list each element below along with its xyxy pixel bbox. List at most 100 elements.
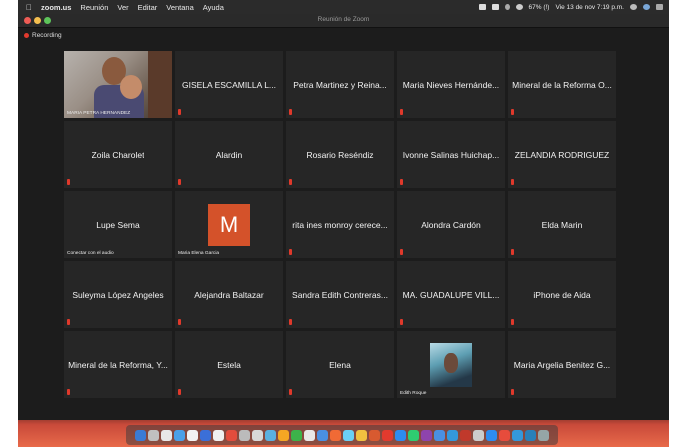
menu-bar:  zoom.us Reunión Ver Editar Ventana Ayu… (18, 0, 669, 14)
participant-tile[interactable]: Alejandra Baltazar (175, 261, 283, 328)
dock-app-icon[interactable] (239, 429, 250, 441)
menu-reunion[interactable]: Reunión (80, 3, 108, 12)
participant-name: Rosario Reséndiz (306, 149, 374, 160)
dock-app-icon[interactable] (369, 429, 380, 441)
dock-app-icon[interactable] (343, 429, 354, 441)
participant-tile[interactable]: Elena (286, 331, 394, 398)
muted-mic-icon (400, 249, 403, 255)
dock-app-icon[interactable] (330, 429, 341, 441)
participant-tile[interactable]: MARIA PETRA HERNANDEZ (64, 51, 172, 118)
participant-tile[interactable]: Elda Marin (508, 191, 616, 258)
dock-app-icon[interactable] (447, 429, 458, 441)
dock-app-icon[interactable] (473, 429, 484, 441)
window-titlebar[interactable]: Reunión de Zoom (18, 14, 669, 28)
participant-tile[interactable]: Estela (175, 331, 283, 398)
dock-app-icon[interactable] (460, 429, 471, 441)
dock-app-icon[interactable] (148, 429, 159, 441)
muted-mic-icon (289, 319, 292, 325)
dock-app-icon[interactable] (525, 429, 536, 441)
dock-app-icon[interactable] (200, 429, 211, 441)
zoom-status-icon[interactable] (478, 4, 486, 10)
participant-name: Alardin (215, 149, 243, 160)
participant-tile[interactable]: Alondra Cardón (397, 191, 505, 258)
participant-profile-picture (430, 342, 472, 387)
participant-name: Maria Nieves Hernánde... (402, 79, 500, 90)
participant-tile[interactable]: iPhone de Aida (508, 261, 616, 328)
participant-tile[interactable]: Sandra Edith Contreras... (286, 261, 394, 328)
dock-app-icon[interactable] (499, 429, 510, 441)
menu-ver[interactable]: Ver (117, 3, 128, 12)
participant-name: Elena (329, 359, 351, 370)
dock-app-icon[interactable] (382, 429, 393, 441)
dock-app-icon[interactable] (421, 429, 432, 441)
participant-tile[interactable]: Rosario Reséndiz (286, 121, 394, 188)
dock-app-icon[interactable] (278, 429, 289, 441)
menu-ayuda[interactable]: Ayuda (203, 3, 224, 12)
participant-name: Alondra Cardón (421, 219, 481, 230)
dock-app-icon[interactable] (213, 429, 224, 441)
participant-tile[interactable]: Mineral de la Reforma, Y... (64, 331, 172, 398)
dock-app-icon[interactable] (512, 429, 523, 441)
participant-tile[interactable]: Lupe Sema Conectar con el audio (64, 191, 172, 258)
participant-name: rita ines monroy cerece... (292, 219, 388, 230)
screen-mirror-icon[interactable] (491, 4, 499, 10)
muted-mic-icon (178, 319, 181, 325)
participant-tile[interactable]: M Maria Elena Garcia (175, 191, 283, 258)
dock-app-icon[interactable] (135, 429, 146, 441)
dock-app-icon[interactable] (408, 429, 419, 441)
dock-app-icon[interactable] (252, 429, 263, 441)
participant-tile[interactable]: Petra Martinez y Reina... (286, 51, 394, 118)
dock-app-icon[interactable] (486, 429, 497, 441)
dock-app-icon[interactable] (226, 429, 237, 441)
recording-indicator: Recording (24, 32, 62, 39)
muted-mic-icon (400, 319, 403, 325)
bluetooth-icon[interactable] (504, 4, 510, 10)
dock-app-icon[interactable] (187, 429, 198, 441)
participant-name: Alejandra Baltazar (194, 289, 264, 300)
dock-app-icon[interactable] (161, 429, 172, 441)
participant-name-label: Edith Roque (400, 391, 427, 396)
zoom-meeting-window: Recording MARIA PETRA HERNANDEZ GISELA E… (18, 28, 669, 420)
dock-app-icon[interactable] (395, 429, 406, 441)
participant-tile[interactable]: ZELANDIA RODRIGUEZ (508, 121, 616, 188)
dock-app-icon[interactable] (174, 429, 185, 441)
participant-tile[interactable]: GISELA ESCAMILLA L... (175, 51, 283, 118)
participant-tile[interactable]: Suleyma López Angeles (64, 261, 172, 328)
participant-name: Elda Marin (541, 219, 583, 230)
participant-tile[interactable]: Ivonne Salinas Huichap... (397, 121, 505, 188)
desktop-screen:  zoom.us Reunión Ver Editar Ventana Ayu… (18, 0, 669, 447)
participant-name: ZELANDIA RODRIGUEZ (514, 149, 610, 160)
participant-tile[interactable]: Alardin (175, 121, 283, 188)
dock-app-icon[interactable] (265, 429, 276, 441)
participant-tile[interactable]: MA. GUADALUPE VILL... (397, 261, 505, 328)
control-center-icon[interactable] (656, 4, 663, 10)
participant-name: Maria Argelia Benitez G... (513, 359, 611, 370)
participant-tile[interactable]: Maria Argelia Benitez G... (508, 331, 616, 398)
menu-ventana[interactable]: Ventana (166, 3, 194, 12)
wifi-icon[interactable] (515, 4, 523, 10)
participant-tile[interactable]: Mineral de la Reforma O... (508, 51, 616, 118)
dock-app-icon[interactable] (434, 429, 445, 441)
participant-tile[interactable]: Edith Roque (397, 331, 505, 398)
menu-app-name[interactable]: zoom.us (41, 3, 71, 12)
participant-name: Mineral de la Reforma, Y... (68, 359, 168, 370)
muted-mic-icon (400, 179, 403, 185)
dock-app-icon[interactable] (317, 429, 328, 441)
clock[interactable]: Vie 13 de nov 7:19 p.m. (555, 4, 624, 11)
dock-bar (126, 425, 558, 445)
dock-app-icon[interactable] (538, 429, 549, 441)
participant-name: GISELA ESCAMILLA L... (181, 79, 277, 90)
spotlight-search-icon[interactable] (630, 4, 637, 10)
dock-app-icon[interactable] (356, 429, 367, 441)
recording-label: Recording (32, 32, 62, 39)
menu-editar[interactable]: Editar (138, 3, 158, 12)
siri-icon[interactable] (643, 4, 650, 10)
dock-app-icon[interactable] (291, 429, 302, 441)
dock-app-icon[interactable] (304, 429, 315, 441)
participant-tile[interactable]: Maria Nieves Hernánde... (397, 51, 505, 118)
battery-status[interactable]: 67% (!) (529, 4, 550, 11)
window-title: Reunión de Zoom (317, 16, 370, 23)
participant-tile[interactable]: Zoila Charolet (64, 121, 172, 188)
participant-tile[interactable]: rita ines monroy cerece... (286, 191, 394, 258)
apple-icon[interactable]:  (26, 3, 32, 12)
